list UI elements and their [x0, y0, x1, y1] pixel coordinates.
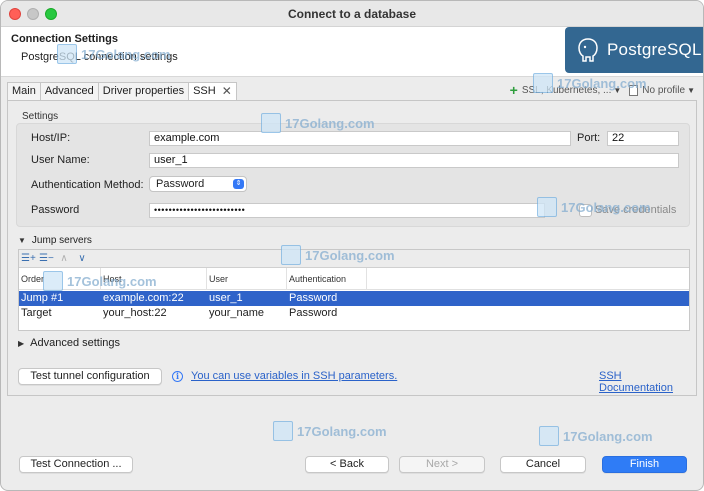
settings-group-label: Settings: [22, 111, 59, 122]
network-handlers-label[interactable]: SSL, Kubernetes, ...: [522, 85, 612, 96]
tab-main-label: Main: [12, 85, 36, 97]
row-auth: Password: [289, 292, 338, 304]
connect-dialog: Connect to a database Connection Setting…: [0, 0, 704, 491]
advanced-settings-label: Advanced settings: [30, 337, 121, 349]
watermark-text: 17Golang.com: [563, 428, 653, 444]
watermark-logo-icon: [273, 421, 293, 441]
watermark: 17Golang.com: [273, 421, 387, 441]
next-button[interactable]: Next >: [399, 456, 485, 473]
header-title: Connection Settings: [11, 33, 118, 45]
ssh-documentation-link[interactable]: SSH Documentation: [599, 370, 696, 394]
auth-method-label: Authentication Method:: [31, 179, 144, 191]
watermark-text: 17Golang.com: [297, 423, 387, 439]
tab-ssh-label: SSH: [193, 85, 216, 97]
watermark-logo-icon: [539, 426, 559, 446]
remove-jump-server-icon[interactable]: ☰−: [39, 253, 54, 265]
column-authentication[interactable]: Authentication: [287, 268, 367, 290]
row-order: Target: [21, 307, 52, 319]
tab-advanced-label: Advanced: [44, 85, 94, 97]
postgresql-elephant-icon: [578, 38, 598, 62]
finish-button[interactable]: Finish: [602, 456, 687, 473]
table-row[interactable]: Jump #1 example.com:22 user_1 Password: [19, 291, 689, 306]
chevron-down-icon[interactable]: ▼: [613, 86, 621, 95]
user-name-input[interactable]: user_1: [149, 153, 679, 168]
watermark: 17Golang.com: [539, 426, 653, 446]
tab-driver-properties[interactable]: Driver properties: [97, 82, 190, 100]
window-title: Connect to a database: [287, 7, 417, 21]
back-button[interactable]: < Back: [305, 456, 389, 473]
auth-method-value: Password: [156, 178, 205, 190]
save-credentials-checkbox[interactable]: [579, 204, 592, 217]
column-host[interactable]: Host: [101, 268, 207, 290]
save-credentials-label: Save credentials: [595, 204, 677, 216]
auth-method-select[interactable]: Password ⇕: [149, 176, 247, 192]
ssh-settings-panel: Settings Host/IP: example.com Port: 22 U…: [7, 101, 697, 396]
profile-document-icon: [629, 84, 639, 96]
port-input[interactable]: 22: [607, 131, 679, 146]
advanced-settings-toggle[interactable]: ▶ Advanced settings: [18, 337, 120, 349]
jump-servers-toolbar: ☰+ ☰− ∧ ∨: [19, 250, 689, 268]
dialog-header: Connection Settings PostgreSQL connectio…: [1, 27, 703, 77]
add-jump-server-icon[interactable]: ☰+: [21, 253, 36, 265]
expand-triangle-down-icon: ▼: [18, 236, 26, 245]
tab-bar: Main Advanced Driver properties SSH ✕: [7, 82, 237, 100]
host-input[interactable]: example.com: [149, 131, 571, 146]
column-order[interactable]: Order: [19, 268, 101, 290]
tab-ssh[interactable]: SSH ✕: [188, 82, 237, 100]
test-tunnel-button[interactable]: Test tunnel configuration: [18, 368, 162, 385]
tab-main[interactable]: Main: [7, 82, 41, 100]
info-icon: i: [172, 371, 183, 382]
jump-servers-table: ☰+ ☰− ∧ ∨ Order Host User Authentication…: [18, 249, 690, 331]
column-user[interactable]: User: [207, 268, 287, 290]
row-auth: Password: [289, 307, 338, 319]
move-down-icon[interactable]: ∨: [75, 253, 89, 265]
jump-servers-toggle[interactable]: ▼ Jump servers: [18, 235, 92, 246]
jump-servers-label: Jump servers: [31, 235, 92, 246]
profile-selector[interactable]: No profile: [642, 85, 685, 96]
tab-driver-properties-label: Driver properties: [102, 85, 185, 97]
cancel-button[interactable]: Cancel: [500, 456, 586, 473]
row-host: example.com:22: [103, 292, 184, 304]
title-bar: Connect to a database: [1, 1, 703, 27]
row-order: Jump #1: [21, 292, 64, 304]
port-label: Port:: [577, 132, 601, 144]
row-host: your_host:22: [103, 307, 167, 319]
select-chevron-icon: ⇕: [233, 179, 244, 189]
host-label: Host/IP:: [31, 132, 71, 144]
header-subtitle: PostgreSQL connection settings: [21, 51, 178, 63]
password-input[interactable]: •••••••••••••••••••••••••: [149, 203, 545, 218]
postgresql-logo-text: PostgreSQL: [607, 40, 702, 59]
row-user: user_1: [209, 292, 243, 304]
password-label: Password: [31, 204, 80, 216]
settings-group: Host/IP: example.com Port: 22 User Name:…: [16, 123, 690, 227]
user-name-label: User Name:: [31, 154, 90, 166]
expand-triangle-right-icon: ▶: [18, 338, 25, 348]
network-profile-toolbar: + SSL, Kubernetes, ... ▼ No profile ▼: [510, 83, 695, 97]
table-header: Order Host User Authentication: [19, 268, 689, 290]
close-tab-icon[interactable]: ✕: [222, 83, 232, 100]
add-network-handler-icon[interactable]: +: [510, 83, 518, 97]
profile-chevron-down-icon[interactable]: ▼: [687, 86, 695, 95]
test-connection-button[interactable]: Test Connection ...: [19, 456, 133, 473]
ssh-variables-link[interactable]: You can use variables in SSH parameters.: [191, 370, 397, 382]
move-up-icon[interactable]: ∧: [57, 253, 71, 265]
tab-advanced[interactable]: Advanced: [39, 82, 99, 100]
table-row[interactable]: Target your_host:22 your_name Password: [19, 306, 689, 321]
row-user: your_name: [209, 307, 265, 319]
postgresql-logo: PostgreSQL: [565, 27, 703, 73]
